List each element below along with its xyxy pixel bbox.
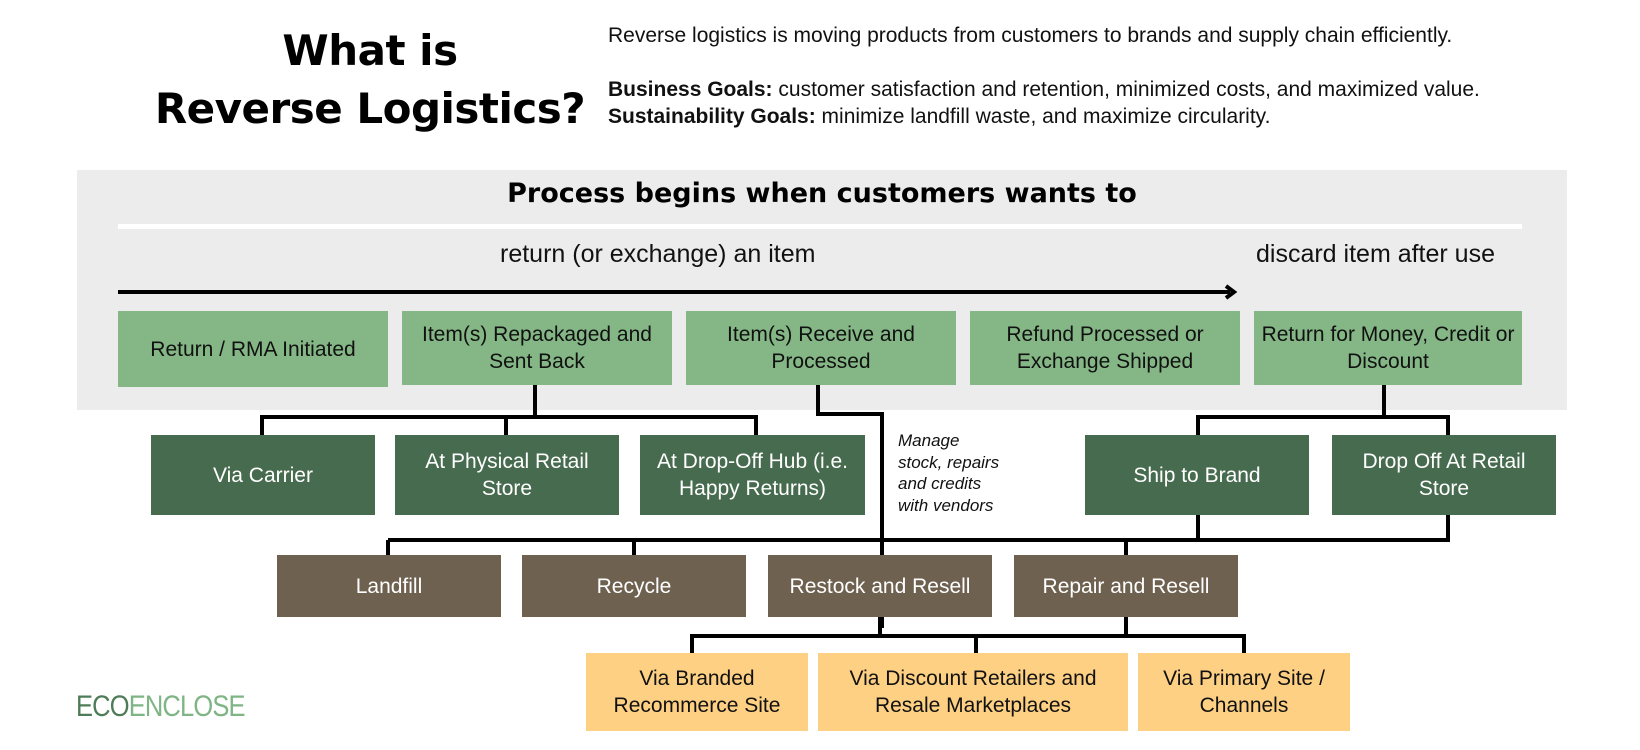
- step-return-for-money: Return for Money, Credit or Discount: [1254, 311, 1522, 385]
- step-rma-initiated: Return / RMA Initiated: [118, 311, 388, 387]
- outcome-recycle: Recycle: [522, 555, 746, 617]
- connector: [1196, 415, 1450, 436]
- vendor-note-line: with vendors: [898, 495, 994, 515]
- logo-part-2: ENCLOSE: [128, 690, 246, 723]
- vendor-note-line: stock, repairs: [898, 452, 1000, 472]
- channel-discount-retailers: Via Discount Retailers and Resale Market…: [818, 653, 1128, 731]
- method-ship-to-brand: Ship to Brand: [1085, 435, 1309, 515]
- ecoenclose-logo: ECOENCLOSE: [76, 690, 245, 724]
- connector: [690, 634, 1246, 654]
- connector: [1196, 515, 1450, 542]
- outcome-repair-resell: Repair and Resell: [1014, 555, 1238, 617]
- method-physical-retail-store: At Physical Retail Store: [395, 435, 619, 515]
- step-received-processed: Item(s) Receive and Processed: [686, 311, 956, 385]
- connector: [260, 415, 758, 436]
- channel-primary-site: Via Primary Site / Channels: [1138, 653, 1350, 731]
- outcome-landfill: Landfill: [277, 555, 501, 617]
- method-drop-off-hub: At Drop-Off Hub (i.e. Happy Returns): [640, 435, 865, 515]
- method-via-carrier: Via Carrier: [151, 435, 375, 515]
- step-refund-exchange: Refund Processed or Exchange Shipped: [970, 311, 1240, 385]
- vendor-note: Manage stock, repairs and credits with v…: [898, 430, 999, 516]
- logo-part-1: ECO: [76, 690, 130, 723]
- channel-branded-recommerce: Via Branded Recommerce Site: [586, 653, 808, 731]
- outcome-restock-resell: Restock and Resell: [768, 555, 992, 617]
- vendor-note-line: and credits: [898, 474, 982, 493]
- vendor-note-line: Manage: [898, 431, 960, 450]
- method-drop-off-retail-store: Drop Off At Retail Store: [1332, 435, 1556, 515]
- step-repackaged: Item(s) Repackaged and Sent Back: [402, 311, 672, 385]
